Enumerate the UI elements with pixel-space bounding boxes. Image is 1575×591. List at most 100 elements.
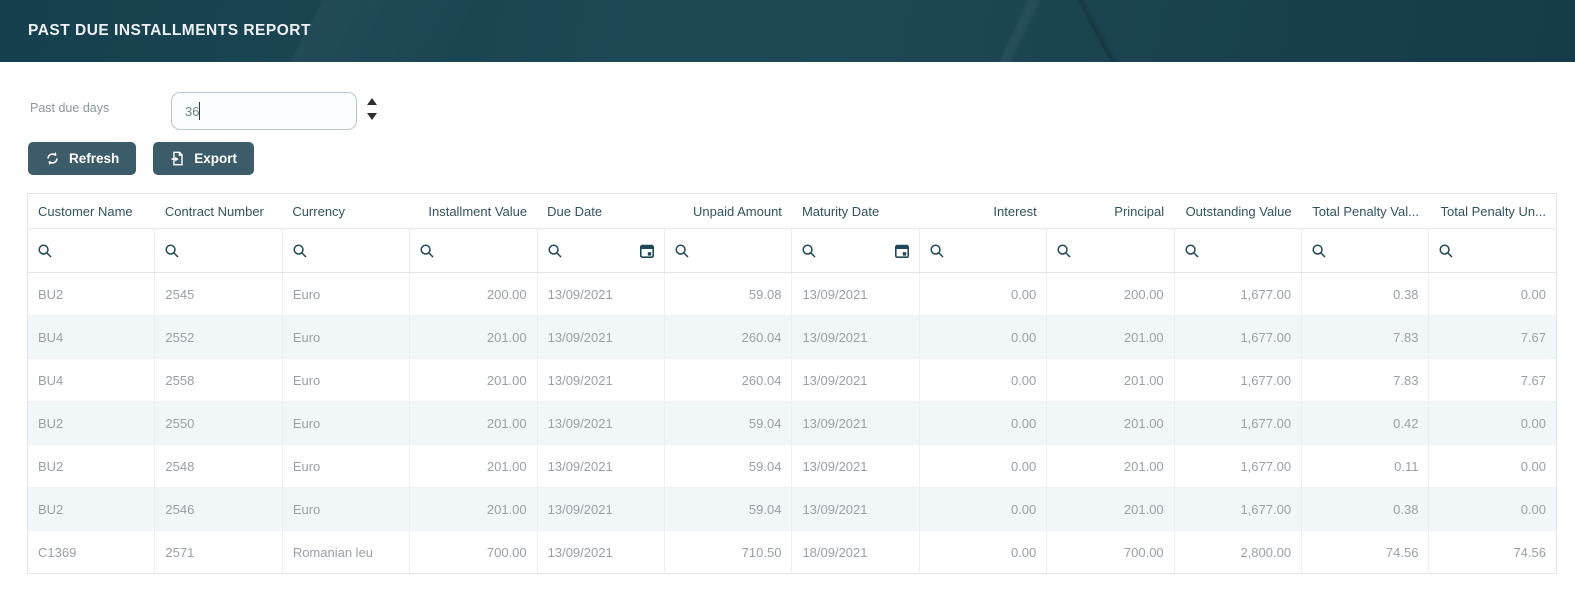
cell: BU2 [27, 272, 155, 316]
cell: 1,677.00 [1173, 401, 1302, 445]
search-icon[interactable] [37, 243, 53, 259]
cell: 0.00 [1428, 444, 1557, 488]
search-icon[interactable] [1184, 243, 1200, 259]
filter-cell[interactable] [1173, 228, 1302, 273]
filter-cell[interactable] [791, 228, 920, 273]
cell: 201.00 [409, 401, 538, 445]
column-header[interactable]: Outstanding Value [1174, 193, 1302, 229]
search-icon[interactable] [164, 243, 180, 259]
search-icon[interactable] [1438, 243, 1454, 259]
cell: 13/09/2021 [791, 315, 920, 359]
filter-cell[interactable] [27, 228, 155, 273]
column-header-label: Total Penalty Un... [1440, 203, 1547, 219]
column-header[interactable]: Maturity Date [791, 193, 920, 229]
filter-cell[interactable] [664, 228, 792, 273]
column-header[interactable]: Contract Number [154, 193, 283, 229]
table-row[interactable]: C1369 2571 Romanian leu 700.00 13/09/2021 710… [28, 530, 1557, 574]
table-row[interactable]: BU4 2558 Euro 201.00 13/09/2021 260.04 13/09/2… [27, 358, 1557, 402]
export-button-label: Export [194, 151, 238, 166]
filter-cell[interactable] [918, 228, 1047, 273]
cell: 7.83 [1301, 358, 1429, 402]
cell: 1,677.00 [1173, 272, 1302, 316]
filter-cell[interactable] [1301, 228, 1429, 273]
page-title: PAST DUE INSTALLMENTS REPORT [28, 22, 311, 39]
grid-table: Customer Name Contract Number Currency Inst… [27, 193, 1557, 574]
cell: 13/09/2021 [536, 444, 665, 488]
column-header-label: Unpaid Amount [693, 203, 782, 219]
search-icon[interactable] [419, 243, 435, 259]
table-row[interactable]: BU4 2552 Euro 201.00 13/09/2021 260.04 13/09/2… [27, 315, 1557, 359]
cell: BU2 [27, 444, 155, 488]
spin-down-icon[interactable] [366, 113, 378, 120]
table-row[interactable]: BU2 2546 Euro 201.00 13/09/2021 59.04 13/09/20… [27, 487, 1557, 531]
column-header[interactable]: Total Penalty Un... [1428, 193, 1557, 229]
cell: 201.00 [409, 444, 538, 488]
filter-cell[interactable] [536, 228, 665, 273]
column-header[interactable]: Unpaid Amount [664, 193, 792, 229]
search-icon[interactable] [801, 243, 817, 259]
refresh-button-label: Refresh [69, 151, 120, 166]
cell: 2550 [154, 401, 283, 445]
cell: 7.67 [1428, 315, 1557, 359]
column-header-label: Maturity Date [801, 203, 880, 219]
cell: 0.00 [918, 530, 1047, 574]
column-header[interactable]: Customer Name [27, 193, 155, 229]
cell: 59.04 [664, 487, 792, 531]
cell: 13/09/2021 [791, 272, 920, 316]
search-icon[interactable] [1056, 243, 1072, 259]
cell: 201.00 [1046, 358, 1175, 402]
filter-cell[interactable] [409, 228, 538, 273]
cell: 0.00 [918, 444, 1047, 488]
export-button[interactable]: Export [153, 142, 255, 175]
column-header-label: Total Penalty Val... [1312, 203, 1419, 219]
search-icon[interactable] [929, 243, 945, 259]
past-due-installments-report-page: PAST DUE INSTALLMENTS REPORT Past due da… [0, 0, 1575, 591]
refresh-icon [45, 151, 60, 166]
filter-cell[interactable] [281, 228, 410, 273]
calendar-icon[interactable] [894, 243, 910, 259]
cell: 0.38 [1301, 272, 1429, 316]
cell: 1,677.00 [1173, 444, 1302, 488]
search-icon[interactable] [674, 243, 690, 259]
filter-cell[interactable] [1046, 228, 1175, 273]
export-icon [170, 151, 185, 166]
cell: 201.00 [409, 315, 538, 359]
cell: 0.00 [918, 358, 1047, 402]
cell: 74.56 [1428, 530, 1557, 574]
column-header[interactable]: Installment Value [409, 193, 538, 229]
cell: 201.00 [1046, 444, 1175, 488]
filter-cell[interactable] [1428, 228, 1557, 273]
cell: 0.00 [1428, 487, 1557, 531]
calendar-icon[interactable] [639, 243, 655, 259]
cell: 1,677.00 [1173, 358, 1302, 402]
filter-cell[interactable] [154, 228, 283, 273]
table-row[interactable]: BU2 2550 Euro 201.00 13/09/2021 59.04 13/09/20… [27, 401, 1557, 445]
cell: 2546 [154, 487, 283, 531]
data-grid: Customer Name Contract Number Currency Inst… [27, 193, 1557, 574]
cell: Euro [281, 358, 410, 402]
cell: BU2 [27, 487, 155, 531]
spin-up-icon[interactable] [366, 98, 378, 105]
column-header[interactable]: Principal [1046, 193, 1175, 229]
table-row[interactable]: BU2 2545 Euro 200.00 13/09/2021 59.08 13/09/20… [27, 272, 1557, 316]
table-row[interactable]: BU2 2548 Euro 201.00 13/09/2021 59.04 13/09/20… [27, 444, 1557, 488]
cell: 201.00 [409, 358, 538, 402]
refresh-button[interactable]: Refresh [28, 142, 137, 175]
column-header[interactable]: Interest [919, 193, 1047, 229]
cell: BU4 [27, 315, 155, 359]
column-header[interactable]: Total Penalty Val... [1301, 193, 1429, 229]
column-header[interactable]: Due Date [537, 193, 665, 229]
search-icon[interactable] [292, 243, 308, 259]
column-header-label: Currency [292, 203, 346, 219]
column-header-label: Interest [993, 203, 1037, 219]
cell: 7.83 [1301, 315, 1429, 359]
cell: 13/09/2021 [791, 487, 920, 531]
column-header[interactable]: Currency [282, 193, 410, 229]
cell: 1,677.00 [1173, 315, 1302, 359]
search-icon[interactable] [1311, 243, 1327, 259]
cell: 0.38 [1301, 487, 1429, 531]
column-header-label: Customer Name [38, 203, 133, 219]
cell: Euro [281, 272, 410, 316]
filter-row [27, 228, 1557, 273]
search-icon[interactable] [547, 243, 563, 259]
